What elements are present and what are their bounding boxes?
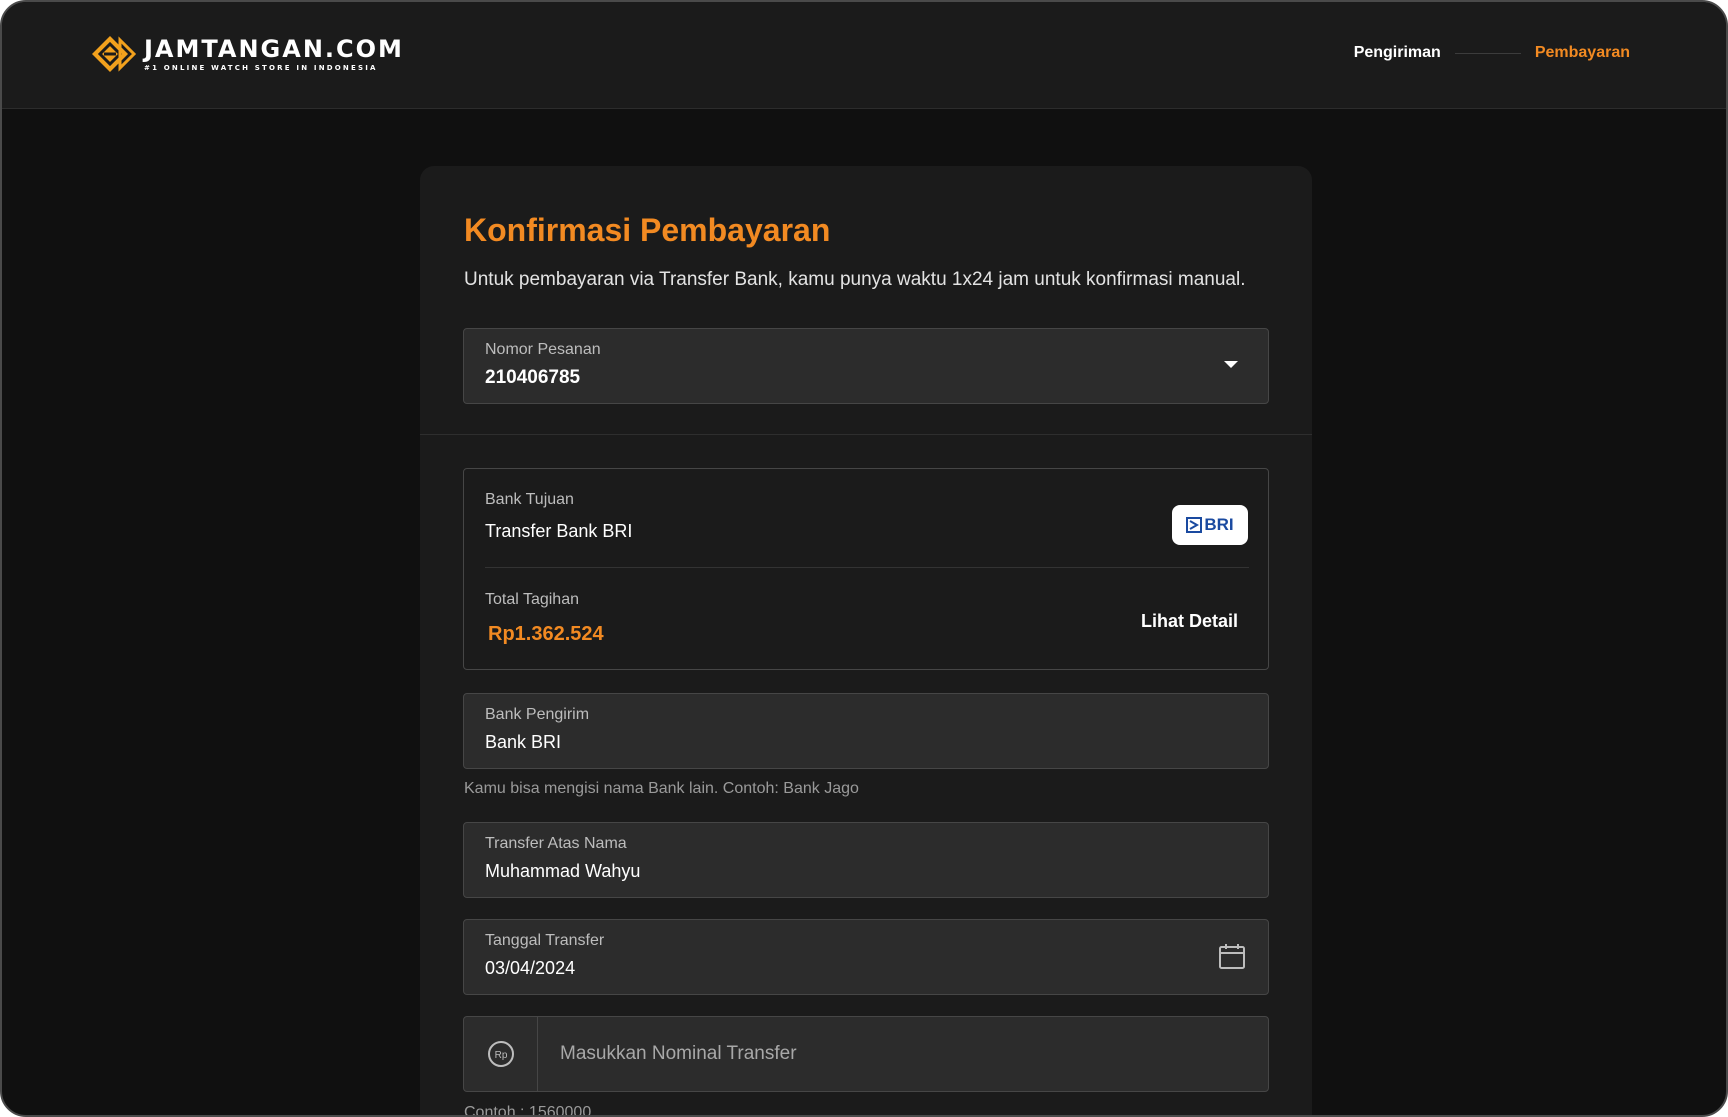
logo-title: JAMTANGAN.COM [144, 35, 404, 63]
order-number-select[interactable]: Nomor Pesanan 210406785 [463, 328, 1269, 404]
app-frame: JAMTANGAN.COM #1 ONLINE WATCH STORE IN I… [0, 0, 1728, 1117]
sender-bank-hint: Kamu bisa mengisi nama Bank lain. Contoh… [464, 780, 859, 797]
sender-bank-value: Bank BRI [485, 732, 562, 752]
account-name-value: Muhammad Wahyu [485, 861, 641, 881]
bri-logo-text: BRI [1204, 515, 1234, 534]
destination-bank-box: Bank Tujuan Transfer Bank BRI BRI Total … [463, 468, 1269, 670]
destination-bank-label: Bank Tujuan [485, 491, 574, 508]
inner-divider [485, 567, 1249, 568]
transfer-date-field[interactable]: Tanggal Transfer 03/04/2024 [463, 919, 1269, 995]
page-title: Konfirmasi Pembayaran [464, 212, 831, 248]
step-pengiriman[interactable]: Pengiriman [1354, 44, 1441, 62]
rupiah-symbol-text: Rp [494, 1050, 507, 1061]
destination-bank-value: Transfer Bank BRI [485, 521, 633, 541]
sender-bank-field[interactable]: Bank Pengirim Bank BRI [463, 693, 1269, 769]
step-pembayaran[interactable]: Pembayaran [1535, 44, 1630, 62]
currency-cell: Rp [464, 1017, 538, 1091]
bri-logo-icon [1186, 517, 1203, 533]
payment-confirmation-card: Konfirmasi Pembayaran Untuk pembayaran v… [420, 166, 1312, 1117]
checkout-steps: Pengiriman Pembayaran [1354, 44, 1630, 62]
calendar-icon[interactable] [1218, 942, 1246, 970]
transfer-amount-field: Rp [463, 1016, 1269, 1092]
total-bill-value: Rp1.362.524 [488, 623, 604, 645]
logo-tagline: #1 ONLINE WATCH STORE IN INDONESIA [144, 64, 378, 72]
transfer-date-label: Tanggal Transfer [485, 932, 605, 949]
chevron-down-icon[interactable] [1224, 361, 1238, 368]
top-header: JAMTANGAN.COM #1 ONLINE WATCH STORE IN I… [2, 2, 1726, 109]
view-detail-link[interactable]: Lihat Detail [1141, 611, 1238, 632]
logo-mark-icon [92, 36, 136, 72]
amount-hint: Contoh : 1560000 [464, 1104, 592, 1117]
step-connector [1454, 52, 1521, 54]
page-description: Untuk pembayaran via Transfer Bank, kamu… [464, 269, 1246, 290]
order-number-label: Nomor Pesanan [485, 341, 601, 358]
sender-bank-label: Bank Pengirim [485, 706, 590, 723]
account-name-label: Transfer Atas Nama [485, 835, 627, 852]
order-number-value: 210406785 [485, 367, 581, 388]
total-bill-label: Total Tagihan [485, 591, 579, 608]
account-name-field[interactable]: Transfer Atas Nama Muhammad Wahyu [463, 822, 1269, 898]
section-divider [420, 434, 1312, 435]
bri-logo: BRI [1172, 505, 1248, 545]
brand-logo[interactable]: JAMTANGAN.COM #1 ONLINE WATCH STORE IN I… [90, 34, 404, 74]
transfer-date-value: 03/04/2024 [485, 958, 576, 978]
rupiah-icon: Rp [487, 1041, 514, 1067]
transfer-amount-input[interactable] [539, 1017, 1268, 1091]
